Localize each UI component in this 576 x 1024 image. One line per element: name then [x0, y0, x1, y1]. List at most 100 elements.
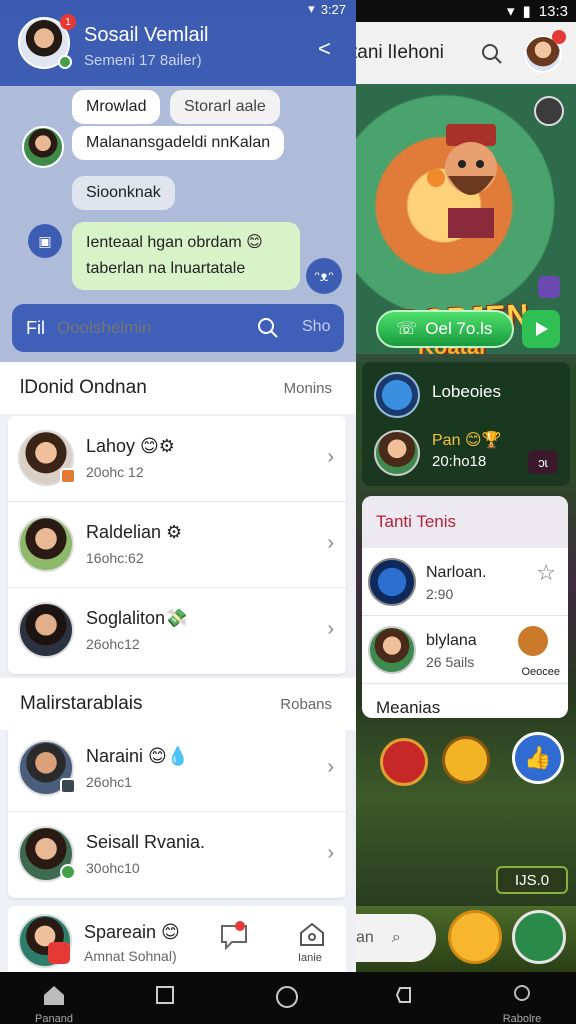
circle-icon: [276, 986, 298, 1008]
play-icon: [536, 322, 548, 336]
wifi-icon: ▾: [507, 3, 515, 20]
coin-counter: IJS.0: [496, 866, 568, 894]
contact-name: Seisall Rvania.: [86, 832, 206, 852]
play-arrow-button[interactable]: [522, 310, 560, 348]
message-bubble[interactable]: Storarl aale: [170, 90, 280, 124]
play-button[interactable]: ☏ Oel 7o.ls: [376, 310, 514, 348]
purple-badge-icon[interactable]: [538, 276, 560, 298]
status-icon: [60, 468, 76, 484]
back-icon[interactable]: <: [318, 36, 331, 62]
contact-sub: 16ohc:62: [86, 550, 144, 566]
square-icon: [156, 986, 174, 1004]
notification-badge: [552, 30, 566, 44]
yellow-action-icon[interactable]: [442, 736, 490, 784]
contact-name: Lahoy 😊⚙: [86, 436, 175, 456]
status-icon: [60, 778, 76, 794]
wifi-icon: ▾: [308, 1, 315, 16]
section-more-link[interactable]: Robans: [280, 696, 332, 713]
star-icon[interactable]: ☆: [536, 560, 556, 586]
message-thread: Mrowlad Storarl aale Malanansgadeldi nnK…: [0, 86, 356, 362]
message-bubble[interactable]: Ienteaal hgan obrdam 😊 taberlan na lnuar…: [72, 222, 300, 290]
tournament-row[interactable]: Narloan. 2:90 ☆: [362, 548, 568, 616]
sender-avatar[interactable]: [22, 126, 64, 168]
play-button-label: Oel 7o.ls: [425, 319, 493, 338]
status-icon: [48, 942, 70, 964]
phone-icon: ☏: [396, 319, 418, 338]
nav-home[interactable]: Panand: [32, 984, 76, 1024]
search-label: Fil: [26, 317, 45, 338]
contact-sub: 20ohc 12: [86, 464, 144, 480]
contact-row[interactable]: Soglaliton💸 26ohc12 ›: [8, 588, 346, 674]
tournament-row-name: blylana: [426, 632, 477, 649]
chat-bubble-icon[interactable]: [218, 920, 250, 952]
chevron-right-icon: ›: [327, 756, 334, 778]
bird-icon[interactable]: [374, 372, 420, 418]
contact-row[interactable]: Naraini 😊💧 26ohc1 ›: [8, 726, 346, 812]
bot-icon[interactable]: ▣: [28, 224, 62, 258]
contact-avatar: [18, 516, 74, 572]
profile-icon: [514, 985, 530, 1001]
search-icon[interactable]: [256, 316, 280, 340]
nav-recents[interactable]: [154, 984, 176, 1011]
game-status-time: 13:3: [538, 2, 568, 20]
tournament-card-footer[interactable]: Meanias: [362, 684, 568, 718]
message-bubble[interactable]: Sioonknak: [72, 176, 175, 210]
game-search[interactable]: an ⌕: [356, 914, 436, 962]
bottom-contact-row[interactable]: Spareain 😊 Amnat Sohnal) Ianie: [8, 906, 346, 972]
nav-profile[interactable]: Rabolre: [498, 984, 546, 1024]
search-bar[interactable]: Fil Sho: [12, 304, 344, 352]
contact-avatar: [18, 602, 74, 658]
home-label: Ianie: [298, 952, 322, 964]
contact-row[interactable]: Lahoy 😊⚙ 20ohc 12 ›: [8, 416, 346, 502]
chat-title: Sosail Vemlail: [84, 24, 209, 46]
search-icon[interactable]: [480, 42, 504, 66]
message-bubble[interactable]: Malanansgadeldi nnKalan: [72, 126, 285, 160]
like-icon[interactable]: 👍: [512, 732, 564, 784]
game-row2-label: Pan 😊🏆: [432, 432, 502, 449]
contact-sub: 26ohc1: [86, 774, 132, 790]
chat-panel: ▾ 3:27 1 Sosail Vemlail Semeni 17 8ailer…: [0, 0, 356, 972]
game-title: tani lIehoni: [356, 42, 444, 63]
home-icon[interactable]: [298, 920, 326, 948]
tournament-row-sub: 2:90: [426, 586, 454, 602]
contact-row[interactable]: Seisall Rvania. 30ohc10 ›: [8, 812, 346, 898]
game-row2-button[interactable]: ɔɩ: [528, 450, 558, 474]
contact-sub: Amnat Sohnal): [84, 948, 177, 964]
chevron-right-icon: ›: [327, 532, 334, 554]
tournament-row[interactable]: blylana 26 5ails Oeocee: [362, 616, 568, 684]
game-board: 👍 IJS.0: [356, 728, 576, 908]
tournament-card: Tanti Tenis Narloan. 2:90 ☆ blylana 26 5…: [362, 496, 568, 718]
home-icon: [44, 986, 64, 1005]
planet-avatar: [368, 558, 416, 606]
game-panel: ▾ ▮ 13:3 tani lIehoni BOPJEN Koatal: [356, 0, 576, 972]
message-bubble[interactable]: Mrowlad: [72, 90, 161, 124]
contact-list: Lahoy 😊⚙ 20ohc 12 › Raldelian ⚙ 16ohc:62…: [8, 416, 346, 674]
hero-corner-icon[interactable]: [534, 96, 564, 126]
contact-name: Soglaliton💸: [86, 608, 188, 628]
section-more-link[interactable]: Monins: [284, 380, 332, 397]
nav-back[interactable]: [394, 984, 416, 1011]
game-row2-sub: 20:ho18: [432, 453, 487, 470]
nav-home-circle[interactable]: [274, 984, 300, 1015]
game-bottom-bar: an ⌕: [356, 906, 576, 972]
reaction-button[interactable]: ᵔᴥᵔ: [306, 258, 342, 294]
nav-label: Rabolre: [502, 1013, 542, 1024]
chat-icon[interactable]: [448, 910, 502, 964]
chat-status-time: 3:27: [320, 1, 346, 17]
game-search-text: an: [356, 929, 374, 946]
online-indicator: [58, 55, 72, 69]
contact-sub: 26ohc12: [86, 636, 140, 652]
chevron-right-icon: ›: [327, 842, 334, 864]
phone-icon[interactable]: [512, 910, 566, 964]
hangup-icon[interactable]: [380, 738, 428, 786]
nav-label: Panand: [35, 1013, 73, 1024]
game-status-bar: ▾ ▮ 13:3: [356, 0, 576, 22]
tournament-card-title: Tanti Tenis: [362, 496, 568, 548]
player-avatar[interactable]: [374, 430, 420, 476]
search-go-label[interactable]: Sho: [302, 318, 330, 336]
contact-row[interactable]: Raldelian ⚙ 16ohc:62 ›: [8, 502, 346, 588]
tournament-row-name: Narloan.: [426, 564, 487, 581]
search-icon: ⌕: [391, 929, 401, 946]
search-input[interactable]: [57, 318, 247, 338]
contact-list: Naraini 😊💧 26ohc1 › Seisall Rvania. 30oh…: [8, 726, 346, 898]
